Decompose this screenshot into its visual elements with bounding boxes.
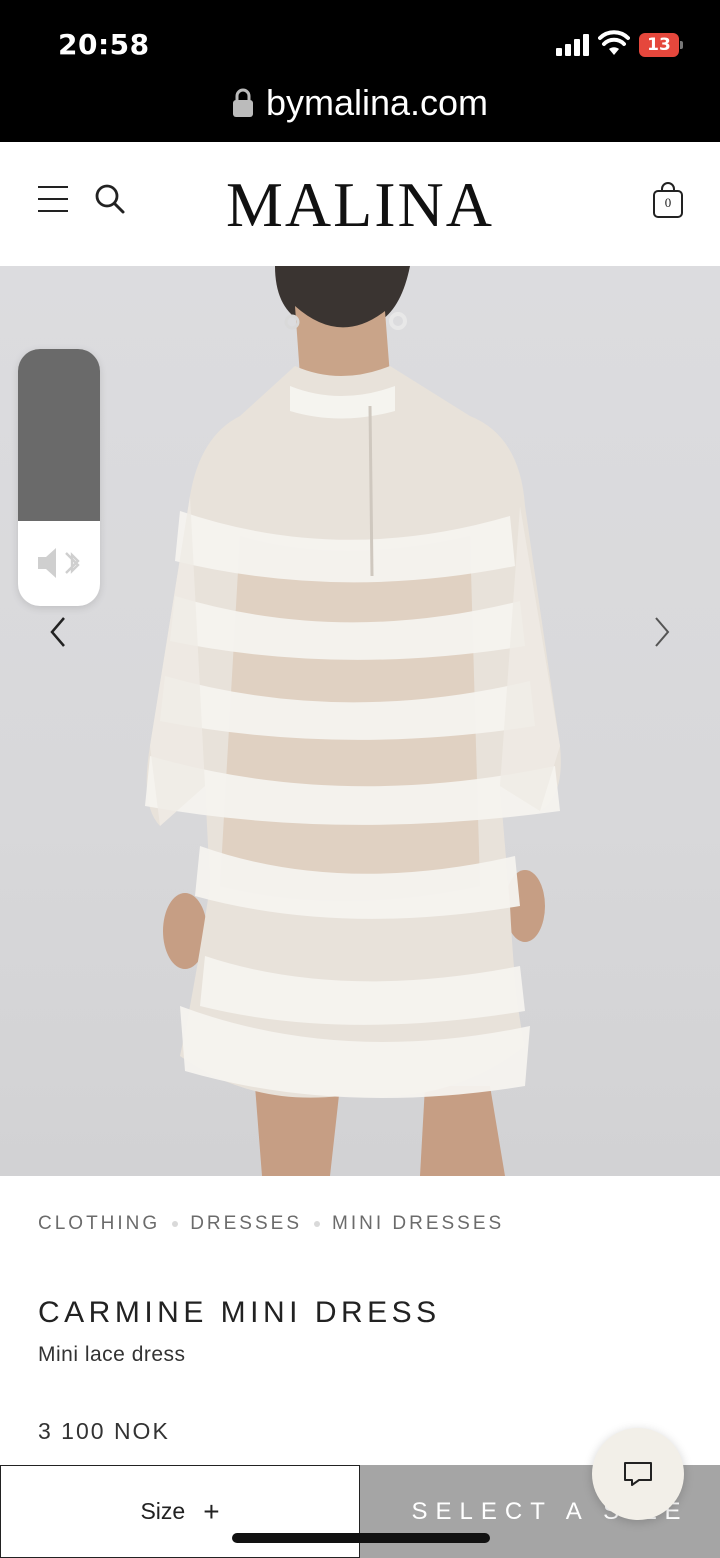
breadcrumb-dresses[interactable]: DRESSES [190,1213,302,1235]
chat-icon [624,1462,652,1486]
volume-hud [18,349,100,606]
product-subtitle: Mini lace dress [38,1343,186,1366]
wifi-icon [598,30,630,55]
product-title: CARMINE MINI DRESS [38,1296,441,1329]
speaker-bluetooth-muted-icon [38,548,80,578]
breadcrumb-separator [314,1221,320,1227]
cart-count: 0 [664,195,672,210]
plus-icon: + [203,1495,220,1527]
chat-button[interactable] [592,1428,684,1520]
battery-level: 13 [639,33,679,57]
size-label: Size [140,1498,186,1524]
url-bar[interactable]: bymalina.com [0,80,720,126]
brand-logo[interactable]: MALINA [0,168,720,242]
breadcrumb: CLOTHING DRESSES MINI DRESSES [38,1213,504,1235]
home-indicator[interactable] [232,1533,490,1543]
breadcrumb-separator [172,1221,179,1227]
product-price: 3 100 NOK [38,1418,170,1444]
status-time: 20:58 [58,28,150,61]
product-image[interactable] [0,266,720,1176]
url-text: bymalina.com [265,82,489,123]
chevron-left-icon[interactable] [40,612,76,652]
volume-level [18,349,100,521]
size-selector-button[interactable]: Size + [0,1465,360,1558]
lock-icon [232,88,253,117]
cellular-signal-icon [556,34,592,56]
battery-icon: 13 [639,33,683,57]
shopping-bag-icon[interactable]: 0 [652,181,684,219]
status-bar: 20:58 13 bymalina.com [0,0,720,142]
breadcrumb-mini-dresses[interactable]: MINI DRESSES [332,1213,504,1235]
breadcrumb-clothing[interactable]: CLOTHING [38,1213,160,1235]
chevron-right-icon[interactable] [644,612,680,652]
product-photo [145,266,561,1176]
